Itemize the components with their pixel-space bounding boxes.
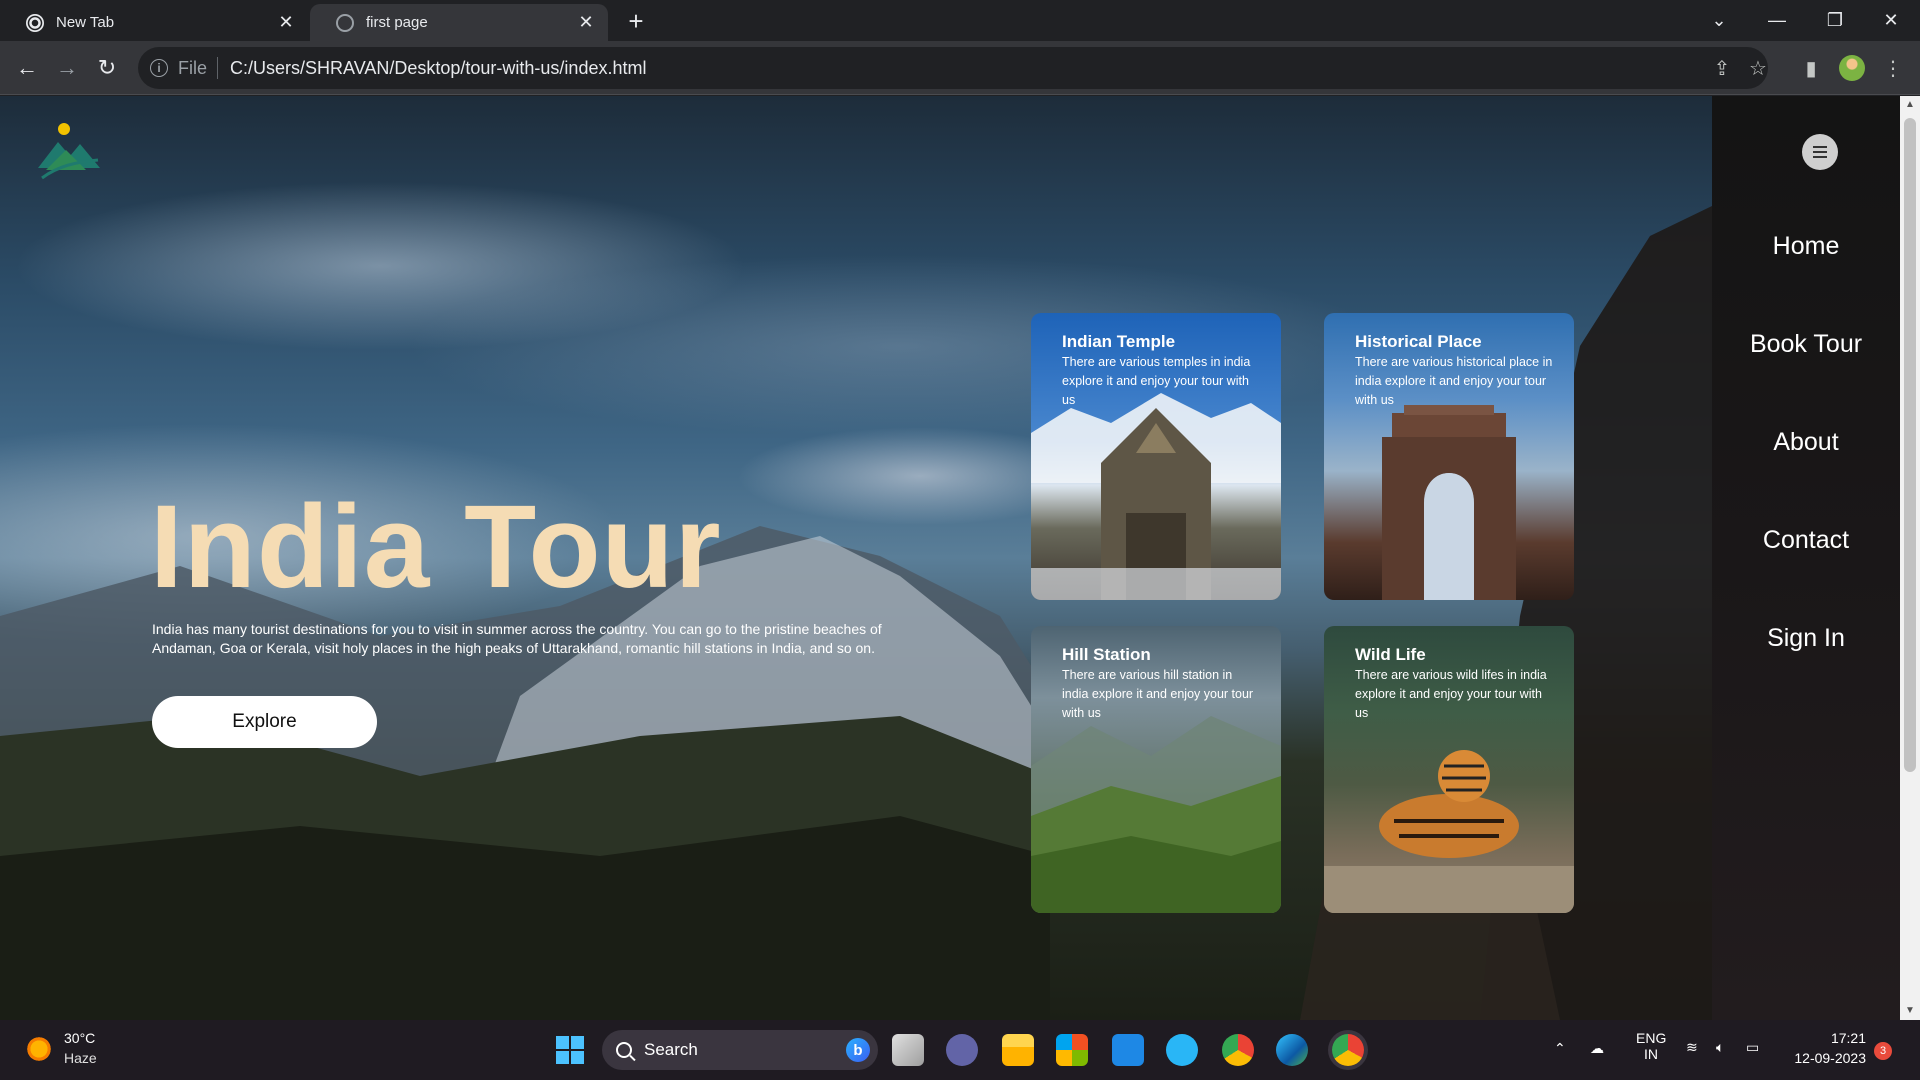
nav-link-book-tour[interactable]: Book Tour (1712, 330, 1900, 359)
nav-link-about[interactable]: About (1712, 428, 1900, 457)
microsoft-store-icon[interactable] (1056, 1034, 1088, 1066)
chrome-icon (26, 13, 44, 32)
side-panel-icon[interactable]: ▮ (1795, 52, 1827, 84)
card-title: Hill Station (1062, 645, 1151, 664)
new-tab-button[interactable]: + (622, 7, 650, 35)
hamburger-menu-icon[interactable] (1802, 134, 1838, 170)
card-title: Indian Temple (1062, 332, 1176, 351)
nav-link-home[interactable]: Home (1712, 232, 1900, 261)
hero-description: India has many tourist destinations for … (152, 621, 882, 656)
nav-link-sign-in[interactable]: Sign In (1712, 624, 1900, 653)
minimize-button[interactable]: — (1748, 0, 1806, 41)
hero-title: India Tour (150, 481, 722, 613)
search-label: Search (644, 1040, 698, 1059)
tab-new-tab[interactable]: New Tab ✕ (0, 4, 308, 41)
card-text: There are various temples in india explo… (1062, 355, 1251, 407)
taskbar-search[interactable]: Search b (602, 1030, 878, 1070)
reload-button[interactable]: ↻ (91, 52, 123, 84)
address-bar[interactable]: i File C:/Users/SHRAVAN/Desktop/tour-wit… (138, 47, 1768, 89)
edge-icon[interactable] (1276, 1034, 1308, 1066)
scrollbar-thumb[interactable] (1904, 118, 1916, 772)
side-navigation: Home Book Tour About Contact Sign In (1712, 96, 1900, 1020)
tab-search-chevron-icon[interactable]: ⌄ (1690, 0, 1748, 41)
search-icon (616, 1042, 632, 1058)
page-scrollbar[interactable]: ▲ ▼ (1900, 96, 1920, 1020)
page-viewport: India Tour India has many tourist destin… (0, 96, 1900, 1020)
weather-haze-icon[interactable] (24, 1034, 54, 1064)
language-indicator[interactable]: ENG IN (1636, 1030, 1666, 1062)
scroll-down-arrow-icon[interactable]: ▼ (1900, 1002, 1920, 1020)
windows-start-icon[interactable] (554, 1034, 586, 1066)
close-tab-icon[interactable]: ✕ (276, 12, 296, 33)
browser-toolbar: ← → ↻ i File C:/Users/SHRAVAN/Desktop/to… (0, 41, 1920, 95)
close-tab-icon[interactable]: ✕ (576, 12, 596, 33)
restore-button[interactable]: ❐ (1806, 0, 1864, 41)
share-icon[interactable]: ⇪ (1706, 52, 1738, 84)
globe-icon (336, 13, 354, 32)
chrome-taskbar-icon[interactable] (1222, 1034, 1254, 1066)
card-title: Wild Life (1355, 645, 1426, 664)
tab-title: first page (366, 14, 428, 31)
tab-first-page[interactable]: first page ✕ (310, 4, 608, 41)
chrome-active-icon[interactable] (1332, 1034, 1364, 1066)
mountain-logo-icon[interactable] (36, 120, 102, 180)
notification-badge[interactable]: 3 (1874, 1042, 1892, 1060)
card-text: There are various wild lifes in india ex… (1355, 668, 1547, 720)
profile-avatar[interactable] (1836, 52, 1868, 84)
clock-time[interactable]: 17:21 (1816, 1030, 1866, 1046)
forward-button[interactable]: → (51, 52, 83, 84)
card-historical-place[interactable]: Historical Place There are various histo… (1324, 313, 1574, 600)
bing-icon[interactable]: b (846, 1038, 870, 1062)
tab-title: New Tab (56, 14, 115, 31)
nav-link-contact[interactable]: Contact (1712, 526, 1900, 555)
card-title: Historical Place (1355, 332, 1482, 351)
myhp-icon[interactable] (1112, 1034, 1144, 1066)
back-button[interactable]: ← (11, 52, 43, 84)
language-region: IN (1644, 1046, 1658, 1062)
windows-taskbar: 30°C Haze Search b ⌃ ☁ ENG IN ≋ 🔈︎ ▭ 17:… (0, 1020, 1920, 1080)
file-explorer-icon[interactable] (1002, 1034, 1034, 1066)
address-divider (217, 57, 219, 79)
address-url: C:/Users/SHRAVAN/Desktop/tour-with-us/in… (230, 57, 647, 78)
browser-tab-strip: New Tab ✕ first page ✕ + ⌄ — ❐ ✕ (0, 0, 1920, 41)
wifi-icon[interactable]: ≋ (1686, 1039, 1698, 1056)
clock-date[interactable]: 12-09-2023 (1786, 1050, 1866, 1066)
bookmark-star-icon[interactable]: ☆ (1742, 52, 1774, 84)
card-text: There are various historical place in in… (1355, 355, 1553, 407)
card-wild-life[interactable]: Wild Life There are various wild lifes i… (1324, 626, 1574, 913)
card-indian-temple[interactable]: Indian Temple There are various temples … (1031, 313, 1281, 600)
site-info-icon[interactable]: i (150, 59, 168, 77)
onedrive-cloud-icon[interactable]: ☁ (1590, 1040, 1604, 1057)
scroll-up-arrow-icon[interactable]: ▲ (1900, 96, 1920, 114)
language-code: ENG (1636, 1030, 1667, 1046)
weather-temperature[interactable]: 30°C (64, 1030, 95, 1046)
weather-description[interactable]: Haze (64, 1050, 97, 1066)
task-view-icon[interactable] (892, 1034, 924, 1066)
card-hill-station[interactable]: Hill Station There are various hill stat… (1031, 626, 1281, 913)
show-hidden-icons-chevron-icon[interactable]: ⌃ (1554, 1040, 1566, 1057)
explore-button[interactable]: Explore (152, 696, 377, 748)
more-menu-icon[interactable]: ⋮ (1877, 52, 1909, 84)
teams-chat-icon[interactable] (946, 1034, 978, 1066)
battery-icon[interactable]: ▭ (1746, 1039, 1759, 1056)
address-scheme: File (178, 57, 208, 78)
volume-icon[interactable]: 🔈︎ (1716, 1039, 1724, 1056)
close-window-button[interactable]: ✕ (1862, 0, 1920, 41)
card-text: There are various hill station in india … (1062, 668, 1254, 720)
help-icon[interactable] (1166, 1034, 1198, 1066)
